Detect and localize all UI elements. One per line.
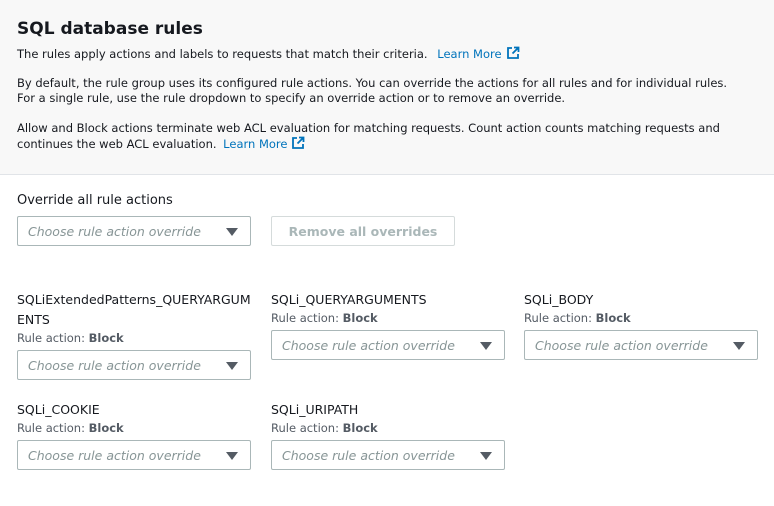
learn-more-link[interactable]: Learn More	[437, 46, 519, 61]
rule-action-value: Block	[342, 311, 378, 325]
rule-action: Rule action: Block	[271, 311, 378, 325]
remove-all-overrides-button[interactable]: Remove all overrides	[271, 216, 455, 246]
select-placeholder: Choose rule action override	[28, 224, 201, 239]
rule-name: SQLi_COOKIE	[17, 402, 100, 417]
rule-override-select[interactable]: Choose rule action override	[271, 440, 505, 470]
rule-action-prefix: Rule action:	[524, 311, 592, 325]
override-all-select[interactable]: Choose rule action override	[17, 216, 251, 246]
intro-text: The rules apply actions and labels to re…	[17, 46, 520, 62]
select-placeholder: Choose rule action override	[28, 448, 201, 463]
override-help-text: By default, the rule group uses its conf…	[17, 76, 728, 105]
learn-more-label: Learn More	[437, 47, 502, 61]
page-title: SQL database rules	[17, 19, 203, 39]
rule-name: SQLi_QUERYARGUMENTS	[271, 292, 427, 307]
select-placeholder: Choose rule action override	[28, 358, 201, 373]
actions-help-sentence: Allow and Block actions terminate web AC…	[17, 121, 720, 151]
caret-down-icon	[733, 342, 745, 350]
caret-down-icon	[226, 228, 238, 236]
rule-action-prefix: Rule action:	[271, 421, 339, 435]
rule-name: SQLi_BODY	[524, 292, 594, 307]
learn-more-label-2: Learn More	[223, 137, 288, 151]
external-link-icon	[506, 46, 519, 59]
rule-override-select[interactable]: Choose rule action override	[17, 350, 251, 380]
select-placeholder: Choose rule action override	[282, 338, 455, 353]
rule-action-value: Block	[342, 421, 378, 435]
intro-sentence: The rules apply actions and labels to re…	[17, 47, 428, 61]
caret-down-icon	[480, 342, 492, 350]
rule-name: SQLiExtendedPatterns_QUERYARGUMENTS	[17, 292, 251, 327]
info-panel: SQL database rules The rules apply actio…	[0, 0, 774, 175]
rule-override-select[interactable]: Choose rule action override	[17, 440, 251, 470]
select-placeholder: Choose rule action override	[282, 448, 455, 463]
caret-down-icon	[480, 452, 492, 460]
rule-action-prefix: Rule action:	[17, 331, 85, 345]
rule-action-value: Block	[88, 331, 124, 345]
rule-action: Rule action: Block	[17, 331, 124, 345]
rule-action-prefix: Rule action:	[17, 421, 85, 435]
select-placeholder: Choose rule action override	[535, 338, 708, 353]
rule-action: Rule action: Block	[271, 421, 378, 435]
rule-override-select[interactable]: Choose rule action override	[271, 330, 505, 360]
learn-more-link-2[interactable]: Learn More	[223, 136, 305, 151]
actions-help-text: Allow and Block actions terminate web AC…	[17, 121, 757, 152]
override-all-label: Override all rule actions	[17, 193, 173, 208]
caret-down-icon	[226, 362, 238, 370]
rule-action-value: Block	[88, 421, 124, 435]
rule-name: SQLi_URIPATH	[271, 402, 359, 417]
rule-override-select[interactable]: Choose rule action override	[524, 330, 758, 360]
rule-action: Rule action: Block	[524, 311, 631, 325]
caret-down-icon	[226, 452, 238, 460]
external-link-icon	[292, 136, 305, 149]
rule-action-value: Block	[595, 311, 631, 325]
rule-action-prefix: Rule action:	[271, 311, 339, 325]
rule-action: Rule action: Block	[17, 421, 124, 435]
